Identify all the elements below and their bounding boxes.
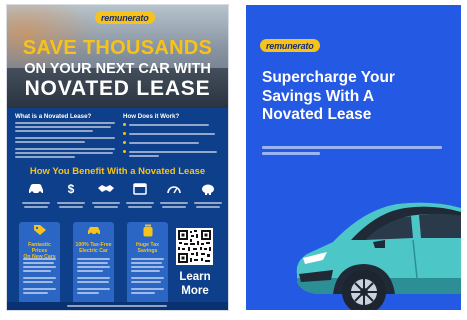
- card-text-line: [23, 292, 48, 294]
- card-text-line: [131, 277, 164, 279]
- card-new-car-prices: Fantastic Prices On New Cars: [19, 222, 60, 304]
- card-text-line: [23, 262, 54, 264]
- card-text-line: [131, 270, 160, 272]
- benefits-heading: How You Benefit With a Novated Lease: [29, 166, 206, 177]
- card-text-line: [77, 258, 110, 260]
- piggy-bank-icon: [199, 182, 217, 197]
- caption-line: [22, 202, 50, 204]
- body-text-line: [15, 126, 111, 128]
- body-text-line: [15, 148, 115, 150]
- body-text-line: [129, 154, 159, 157]
- card-text-line: [23, 277, 56, 279]
- headline-next-car: ON YOUR NEXT CAR WITH: [24, 61, 211, 77]
- learn-more-cta[interactable]: Learn More: [173, 270, 217, 298]
- body-text-line: [129, 132, 215, 135]
- card-text-line: [23, 258, 56, 260]
- how-does-it-work-title: How Does it Work?: [123, 113, 180, 120]
- headline-novated-lease: NOVATED LEASE: [24, 77, 211, 100]
- caption-line: [196, 206, 220, 208]
- card-text-line: [77, 277, 110, 279]
- jar-icon: [138, 224, 157, 239]
- brand-logo: remunerato: [260, 39, 320, 52]
- flyer-cover-page: remunerato Supercharge Your Savings With…: [246, 5, 461, 310]
- card-text-line: [77, 292, 99, 294]
- card-text-line: [131, 262, 162, 264]
- card-text-line: [131, 288, 164, 290]
- card-text-line: [77, 288, 110, 290]
- brand-logo: remunerato: [95, 11, 155, 24]
- body-text-line: [15, 156, 75, 158]
- caption-line: [162, 206, 186, 208]
- what-is-novated-lease-title: What is a Novated Lease?: [15, 113, 92, 120]
- qr-code-pattern: [178, 230, 211, 263]
- caption-line: [94, 206, 118, 208]
- body-text-line: [129, 150, 217, 153]
- body-text-line: [15, 122, 115, 124]
- flyer-front-page: remunerato SAVE THOUSANDS ON YOUR NEXT C…: [7, 5, 228, 310]
- headline-save-thousands: SAVE THOUSANDS: [22, 37, 213, 59]
- caption-line: [126, 202, 154, 204]
- body-text-line: [129, 141, 199, 144]
- car-icon: [27, 182, 45, 197]
- card-text-line: [77, 270, 103, 272]
- footer-text-line: [67, 305, 167, 307]
- car-icon: [84, 224, 103, 239]
- card-tax-free-electric: 100% Tax-Free Electric Car: [73, 222, 114, 304]
- caption-line: [24, 206, 48, 208]
- caption-line: [194, 202, 222, 204]
- handshake-icon: [97, 182, 115, 197]
- tag-icon: [30, 224, 49, 239]
- speedometer-icon: [165, 182, 183, 197]
- caption-line: [57, 202, 85, 204]
- qr-code[interactable]: [176, 228, 213, 265]
- cover-subtitle-line: [262, 152, 320, 155]
- body-text-line: [15, 137, 115, 139]
- caption-line: [59, 206, 83, 208]
- bullet-dot: [123, 123, 126, 126]
- card-title: Huge Tax Savings: [136, 242, 159, 254]
- card-text-line: [23, 266, 56, 268]
- card-text-line: [131, 266, 164, 268]
- bullet-dot: [123, 132, 126, 135]
- card-text-line: [77, 281, 109, 283]
- calendar-icon: [131, 182, 149, 197]
- card-title: 100% Tax-Free Electric Car: [75, 242, 112, 254]
- cover-subtitle-line: [262, 146, 442, 149]
- body-text-line: [15, 130, 93, 132]
- bullet-dot: [123, 150, 126, 153]
- card-huge-tax-savings: Huge Tax Savings: [127, 222, 168, 304]
- card-text-line: [77, 262, 108, 264]
- card-text-line: [77, 266, 110, 268]
- body-text-line: [15, 141, 85, 143]
- card-text-line: [23, 281, 53, 283]
- body-text-line: [15, 152, 113, 154]
- caption-line: [160, 202, 188, 204]
- body-text-line: [129, 123, 209, 126]
- card-text-line: [131, 281, 161, 283]
- caption-line: [128, 206, 152, 208]
- card-text-line: [131, 258, 164, 260]
- dollar-icon: $: [67, 182, 75, 196]
- teal-suv-illustration: [293, 182, 461, 310]
- bullet-dot: [123, 141, 126, 144]
- card-text-line: [131, 292, 155, 294]
- caption-line: [92, 202, 120, 204]
- card-text-line: [23, 288, 56, 290]
- cover-headline: Supercharge Your Savings With A Novated …: [262, 69, 395, 123]
- footer-contact-strip: [7, 302, 228, 310]
- card-text-line: [23, 270, 51, 272]
